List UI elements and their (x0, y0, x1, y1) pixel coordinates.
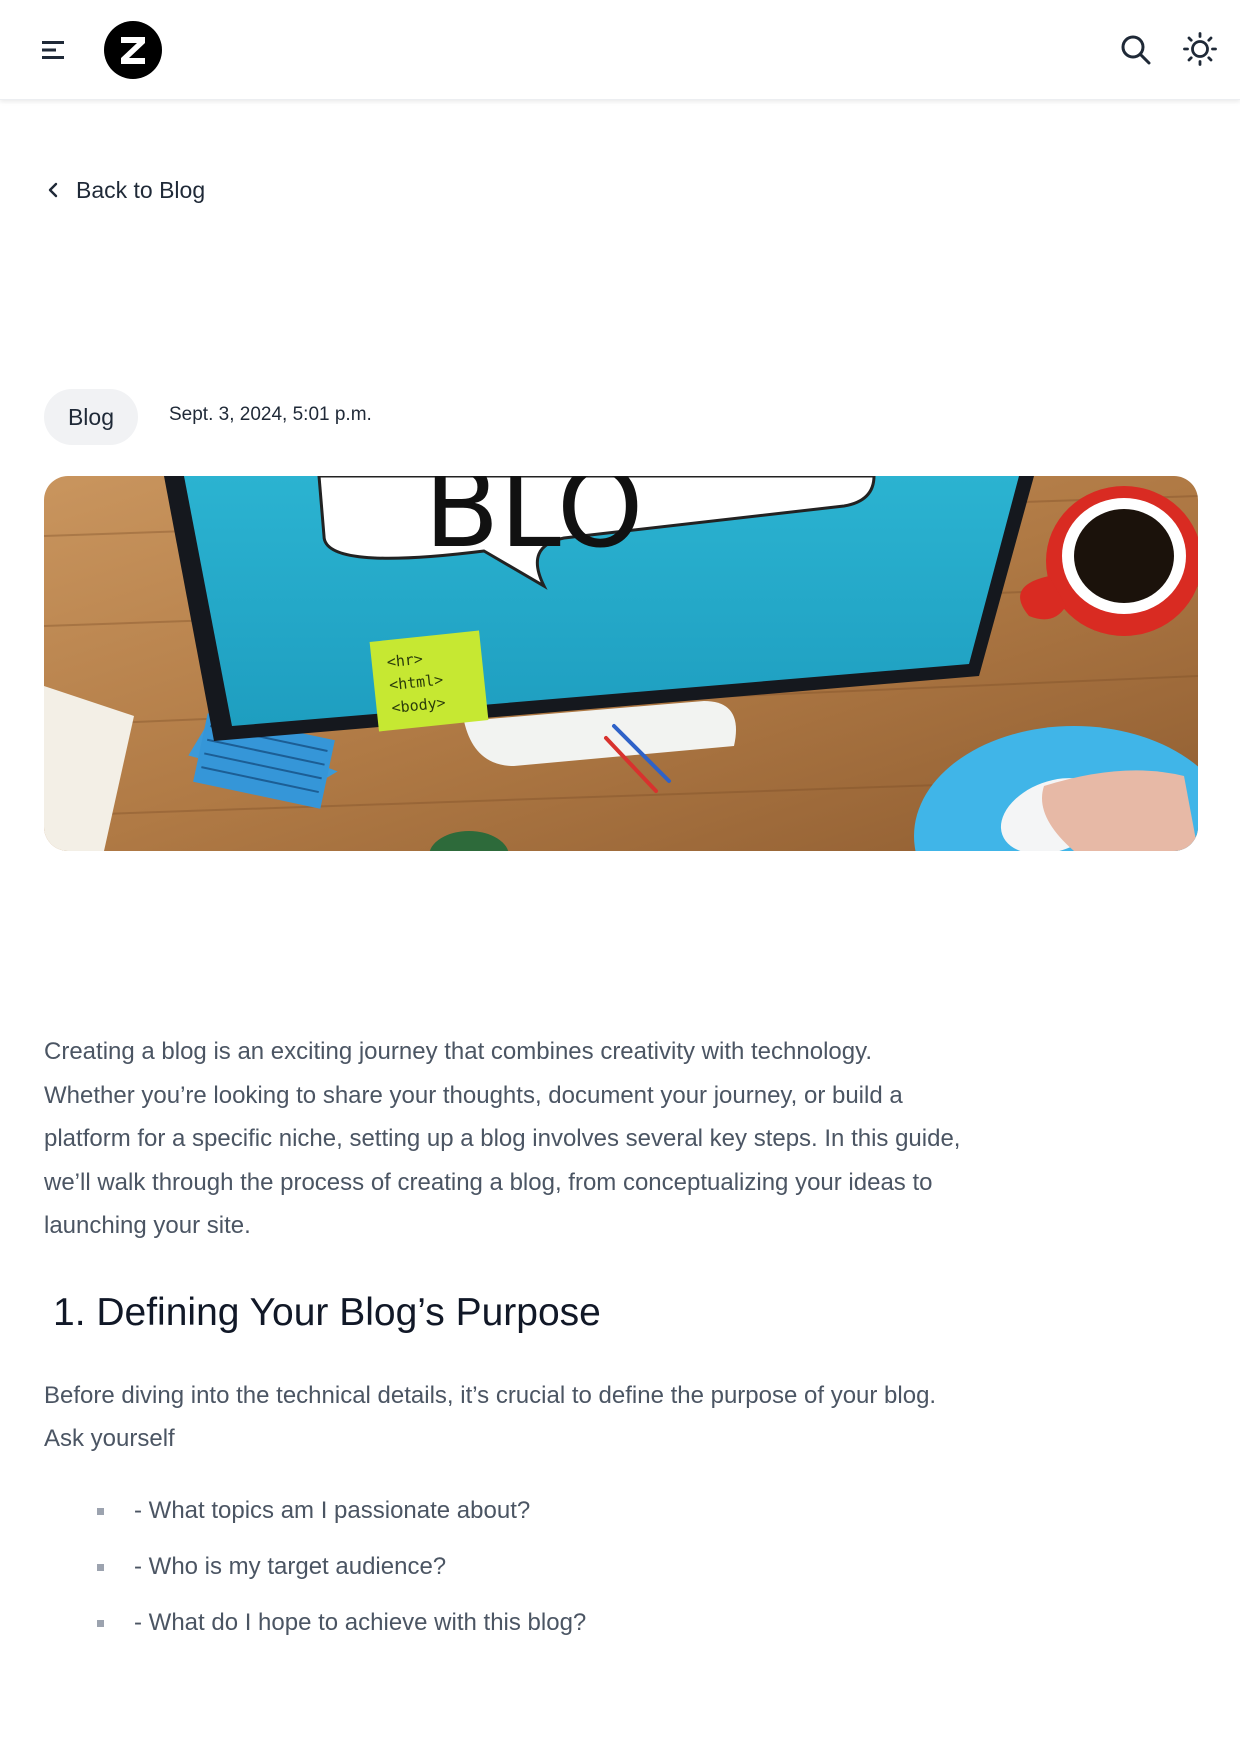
list-item: - What do I hope to achieve with this bl… (97, 1595, 964, 1651)
back-to-blog-link[interactable]: Back to Blog (44, 172, 205, 208)
list-item-text: - What topics am I passionate about? (134, 1496, 531, 1524)
list-item: - What topics am I passionate about? (97, 1483, 964, 1539)
category-tag[interactable]: Blog (44, 389, 138, 445)
square-bullet-icon (97, 1507, 104, 1515)
svg-text:BLO: BLO (424, 476, 643, 572)
section-heading: 1. Defining Your Blog’s Purpose (53, 1290, 601, 1334)
post-date: Sept. 3, 2024, 5:01 p.m. (169, 404, 372, 425)
search-icon[interactable] (1120, 34, 1152, 66)
site-logo[interactable] (104, 21, 162, 79)
intro-paragraph: Creating a blog is an exciting journey t… (44, 1038, 961, 1239)
sun-icon[interactable] (1182, 31, 1218, 67)
list-item-text: - Who is my target audience? (134, 1552, 447, 1580)
list-item-text: - What do I hope to achieve with this bl… (134, 1608, 587, 1636)
square-bullet-icon (97, 1563, 104, 1571)
list-item: - Who is my target audience? (97, 1539, 964, 1595)
hero-image: BLO <hr> <html> <body> (44, 476, 1198, 851)
top-navbar (0, 0, 1240, 100)
square-bullet-icon (97, 1619, 104, 1627)
hamburger-menu-icon[interactable] (42, 38, 68, 62)
chevron-left-icon (48, 182, 58, 198)
svg-text:<hr>: <hr> (386, 650, 424, 672)
section-paragraph: Before diving into the technical details… (44, 1381, 937, 1453)
back-to-blog-label: Back to Blog (76, 176, 206, 203)
article-body: Creating a blog is an exciting journey t… (44, 1030, 964, 1651)
question-list: - What topics am I passionate about? - W… (44, 1483, 964, 1651)
